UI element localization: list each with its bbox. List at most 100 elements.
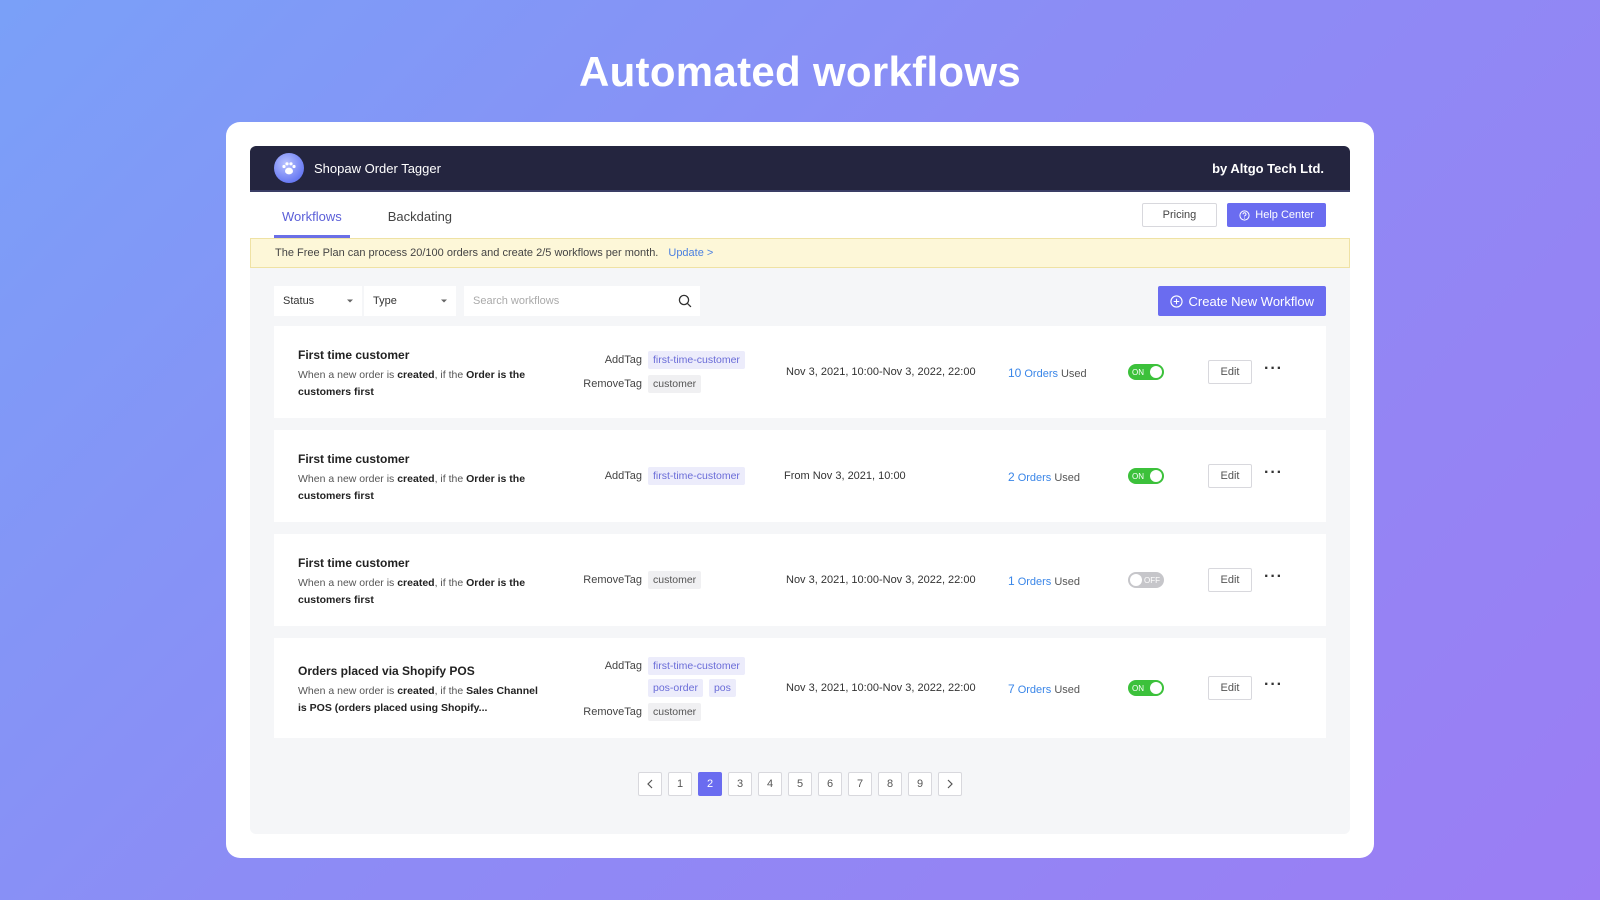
help-circle-icon (1239, 209, 1250, 221)
tag-chip: first-time-customer (648, 467, 745, 485)
remove-tag-label: RemoveTag (583, 706, 642, 718)
status-toggle[interactable]: ON (1128, 468, 1164, 484)
remove-tag-label: RemoveTag (583, 574, 642, 586)
pagination: 1 2 3 4 5 6 7 8 9 (250, 772, 1350, 796)
orders-word: Orders (1017, 684, 1052, 696)
workflow-title: First time customer (298, 556, 410, 570)
help-center-label: Help Center (1255, 209, 1314, 221)
tag-chip: first-time-customer (648, 657, 745, 675)
toggle-knob (1130, 574, 1142, 586)
more-options-icon[interactable]: ··· (1264, 360, 1283, 378)
remove-tag-line: RemoveTag customer (574, 703, 702, 721)
workflow-title: First time customer (298, 348, 410, 362)
tab-backdating[interactable]: Backdating (380, 209, 460, 238)
orders-count: 1 (1008, 574, 1015, 588)
type-filter-label: Type (373, 295, 397, 307)
page-button[interactable]: 4 (758, 772, 782, 796)
page-button[interactable]: 5 (788, 772, 812, 796)
status-toggle[interactable]: OFF (1128, 572, 1164, 588)
more-options-icon[interactable]: ··· (1264, 464, 1283, 482)
edit-button[interactable]: Edit (1208, 568, 1252, 592)
status-toggle[interactable]: ON (1128, 364, 1164, 380)
toggle-knob (1150, 470, 1162, 482)
add-tag-label: AddTag (604, 470, 642, 482)
add-tag-line: AddTag first-time-customer (574, 657, 745, 675)
date-range: From Nov 3, 2021, 10:00 (784, 470, 906, 482)
toggle-label: ON (1132, 683, 1144, 693)
workflow-row: First time customer When a new order is … (274, 534, 1326, 626)
tag-chip: customer (648, 703, 702, 721)
pricing-button[interactable]: Pricing (1141, 203, 1218, 227)
toggle-label: ON (1132, 367, 1144, 377)
prev-page-button[interactable] (638, 772, 662, 796)
app-name: Shopaw Order Tagger (314, 160, 441, 176)
page-button[interactable]: 8 (878, 772, 902, 796)
search-input[interactable] (473, 295, 653, 307)
page-button[interactable]: 9 (908, 772, 932, 796)
tag-chip: first-time-customer (648, 351, 745, 369)
orders-word: Orders (1024, 368, 1058, 380)
plan-notice: The Free Plan can process 20/100 orders … (250, 238, 1350, 268)
type-filter[interactable]: Type (364, 286, 456, 316)
add-tag-line: AddTag first-time-customer (574, 351, 745, 369)
page-button[interactable]: 7 (848, 772, 872, 796)
caret-down-icon (347, 299, 353, 303)
create-workflow-button[interactable]: Create New Workflow (1157, 286, 1326, 316)
date-range: Nov 3, 2021, 10:00-Nov 3, 2022, 22:00 (786, 574, 976, 586)
add-tag-line: AddTag first-time-customer (574, 467, 745, 485)
next-page-button[interactable] (938, 772, 962, 796)
tag-chip: pos (708, 679, 736, 697)
add-tag-label: AddTag (604, 354, 642, 366)
app-window: Shopaw Order Tagger by Altgo Tech Ltd. W… (250, 146, 1350, 834)
more-options-icon[interactable]: ··· (1264, 676, 1283, 694)
workflow-row: First time customer When a new order is … (274, 326, 1326, 418)
orders-used: 10 Orders Used (1008, 366, 1087, 380)
filter-bar: Status Type Create New Workflow (274, 286, 1326, 316)
search-box (464, 286, 700, 316)
page-button[interactable]: 1 (668, 772, 692, 796)
update-link[interactable]: Update > (668, 247, 713, 259)
workflow-row: Orders placed via Shopify POS When a new… (274, 638, 1326, 738)
workflow-title: First time customer (298, 452, 410, 466)
used-word: Used (1054, 684, 1080, 696)
status-toggle[interactable]: ON (1128, 680, 1164, 696)
edit-button[interactable]: Edit (1208, 360, 1252, 384)
top-bar: Shopaw Order Tagger by Altgo Tech Ltd. (250, 146, 1350, 192)
workflow-row: First time customer When a new order is … (274, 430, 1326, 522)
workflow-list: First time customer When a new order is … (274, 326, 1326, 750)
create-workflow-label: Create New Workflow (1188, 293, 1314, 309)
page-button[interactable]: 6 (818, 772, 842, 796)
orders-count: 2 (1008, 470, 1015, 484)
remove-tag-label: RemoveTag (583, 378, 642, 390)
nav-buttons: Pricing Help Center (1141, 192, 1326, 238)
plan-notice-text: The Free Plan can process 20/100 orders … (275, 247, 659, 259)
brand: Shopaw Order Tagger (274, 153, 441, 183)
chevron-right-icon (947, 779, 953, 789)
plus-circle-icon (1169, 294, 1183, 308)
caret-down-icon (441, 299, 447, 303)
edit-button[interactable]: Edit (1208, 676, 1252, 700)
vendor-name: by Altgo Tech Ltd. (1212, 160, 1324, 176)
status-filter[interactable]: Status (274, 286, 362, 316)
search-icon[interactable] (678, 294, 692, 308)
date-range: Nov 3, 2021, 10:00-Nov 3, 2022, 22:00 (786, 682, 976, 694)
help-center-button[interactable]: Help Center (1227, 203, 1326, 227)
tab-workflows[interactable]: Workflows (274, 209, 350, 238)
orders-word: Orders (1017, 472, 1052, 484)
page-button[interactable]: 3 (728, 772, 752, 796)
remove-tag-line: RemoveTag customer (574, 571, 702, 589)
chevron-left-icon (647, 779, 653, 789)
toggle-label: ON (1132, 471, 1144, 481)
page-button-current[interactable]: 2 (698, 772, 722, 796)
edit-button[interactable]: Edit (1208, 464, 1252, 488)
more-options-icon[interactable]: ··· (1264, 568, 1283, 586)
workflow-description: When a new order is created, if the Orde… (298, 473, 526, 502)
tag-chip: pos-order (648, 679, 703, 697)
orders-word: Orders (1017, 576, 1052, 588)
toggle-knob (1150, 366, 1162, 378)
used-word: Used (1060, 368, 1087, 380)
paw-logo-icon (274, 153, 304, 183)
tag-chip: customer (648, 571, 702, 589)
status-filter-label: Status (283, 295, 315, 307)
orders-used: 2 Orders Used (1008, 470, 1080, 484)
